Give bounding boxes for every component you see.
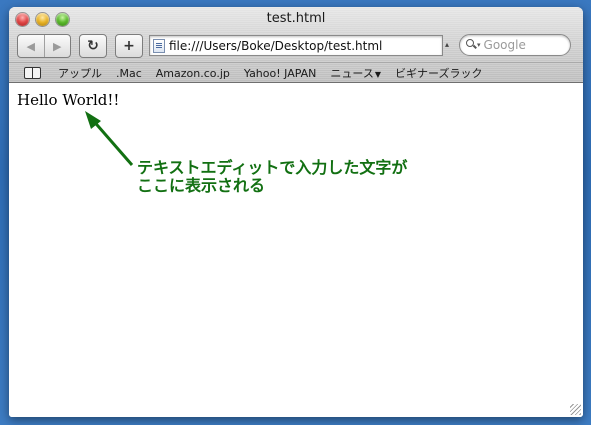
add-bookmark-button[interactable]: +	[115, 34, 143, 58]
annotation-line-2: ここに表示される	[137, 176, 266, 195]
bookmark-amazon[interactable]: Amazon.co.jp	[156, 67, 230, 80]
address-dropdown-icon[interactable]: ▴	[445, 40, 449, 49]
bookmark-mac[interactable]: .Mac	[116, 67, 142, 80]
bookmarks-bar: アップル .Mac Amazon.co.jp Yahoo! JAPAN ニュース…	[9, 62, 583, 83]
forward-arrow-icon: ▶	[53, 39, 62, 53]
back-forward-group: ◀ ▶	[17, 34, 71, 58]
bookmark-apple[interactable]: アップル	[58, 65, 102, 81]
bookmark-news-label: ニュース	[330, 67, 374, 80]
address-text: file:///Users/Boke/Desktop/test.html	[169, 38, 383, 53]
page-content: Hello World!! テキストエディットで入力した文字が ここに表示される	[9, 83, 583, 417]
toolbar: ◀ ▶ ↻ + file:///Users/Boke/Desktop/test.…	[9, 31, 583, 61]
chevron-down-icon: ▼	[374, 70, 382, 79]
search-placeholder: Google	[483, 38, 526, 52]
forward-button[interactable]: ▶	[43, 35, 71, 57]
annotation-callout: テキストエディットで入力した文字が ここに表示される	[137, 159, 407, 195]
page-icon	[153, 38, 165, 53]
window-title: test.html	[266, 11, 326, 26]
bookmark-beginners-luck[interactable]: ビギナーズラック	[395, 65, 482, 81]
bookmark-news-menu[interactable]: ニュース▼	[330, 65, 381, 81]
address-bar[interactable]: file:///Users/Boke/Desktop/test.html	[149, 35, 443, 56]
browser-window: test.html ◀ ▶ ↻ + file:///Users/Boke/Des…	[9, 7, 583, 417]
plus-icon: +	[123, 38, 135, 54]
back-button[interactable]: ◀	[18, 35, 44, 57]
reload-button[interactable]: ↻	[79, 34, 107, 58]
magnifier-icon	[466, 39, 480, 51]
back-arrow-icon: ◀	[26, 39, 35, 53]
window-chrome: test.html ◀ ▶ ↻ + file:///Users/Boke/Des…	[9, 7, 583, 83]
book-icon[interactable]	[24, 67, 42, 79]
annotation-arrow-icon	[85, 111, 134, 166]
reload-icon: ↻	[87, 38, 99, 54]
title-bar[interactable]: test.html	[9, 7, 583, 31]
search-field[interactable]: ▾ Google	[459, 34, 571, 56]
resize-grip[interactable]	[570, 404, 581, 415]
bookmark-yahoo[interactable]: Yahoo! JAPAN	[244, 67, 317, 80]
annotation-line-1: テキストエディットで入力した文字が	[137, 158, 408, 177]
